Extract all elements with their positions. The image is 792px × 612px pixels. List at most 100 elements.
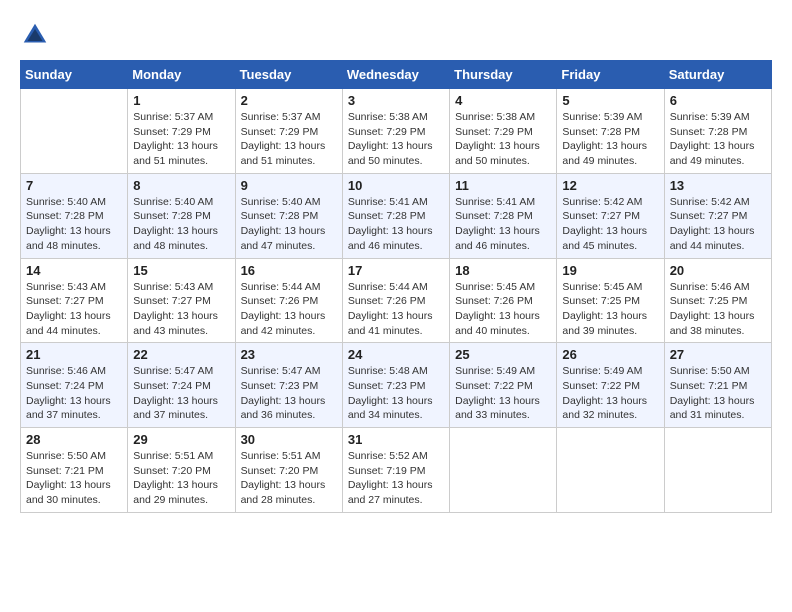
calendar-cell: 30 Sunrise: 5:51 AMSunset: 7:20 PMDayligh… (235, 428, 342, 513)
day-info: Sunrise: 5:50 AMSunset: 7:21 PMDaylight:… (670, 364, 766, 423)
calendar-cell: 20Sunrise: 5:46 AMSunset: 7:25 PMDayligh… (664, 258, 771, 343)
day-info: Sunrise: 5:37 AMSunset: 7:29 PMDaylight:… (133, 110, 229, 169)
day-info: Sunrise: 5:48 AMSunset: 7:23 PMDaylight:… (348, 364, 444, 423)
day-number: 17 (348, 263, 444, 278)
weekday-header: Friday (557, 61, 664, 89)
day-number: 28 (26, 432, 122, 447)
day-info: Sunrise: 5:49 AMSunset: 7:22 PMDaylight:… (455, 364, 551, 423)
day-info: Sunrise: 5:38 AMSunset: 7:29 PMDaylight:… (455, 110, 551, 169)
day-info: Sunrise: 5:39 AMSunset: 7:28 PMDaylight:… (562, 110, 658, 169)
day-number: 23 (241, 347, 337, 362)
calendar-cell: 31Sunrise: 5:52 AMSunset: 7:19 PMDayligh… (342, 428, 449, 513)
calendar-cell: 10Sunrise: 5:41 AMSunset: 7:28 PMDayligh… (342, 173, 449, 258)
calendar-cell: 2 Sunrise: 5:37 AMSunset: 7:29 PMDaylight… (235, 89, 342, 174)
calendar-cell: 17 Sunrise: 5:44 AMSunset: 7:26 PMDayligh… (342, 258, 449, 343)
day-number: 21 (26, 347, 122, 362)
calendar-cell: 26 Sunrise: 5:49 AMSunset: 7:22 PMDayligh… (557, 343, 664, 428)
weekday-header-row: SundayMondayTuesdayWednesdayThursdayFrid… (21, 61, 772, 89)
calendar-cell: 14 Sunrise: 5:43 AMSunset: 7:27 PMDayligh… (21, 258, 128, 343)
day-number: 4 (455, 93, 551, 108)
calendar-cell: 3Sunrise: 5:38 AMSunset: 7:29 PMDaylight… (342, 89, 449, 174)
calendar-cell: 23 Sunrise: 5:47 AMSunset: 7:23 PMDayligh… (235, 343, 342, 428)
day-info: Sunrise: 5:50 AMSunset: 7:21 PMDaylight:… (26, 449, 122, 508)
weekday-header: Saturday (664, 61, 771, 89)
weekday-header: Tuesday (235, 61, 342, 89)
day-info: Sunrise: 5:44 AMSunset: 7:26 PMDaylight:… (348, 280, 444, 339)
day-number: 12 (562, 178, 658, 193)
day-info: Sunrise: 5:40 AMSunset: 7:28 PMDaylight:… (241, 195, 337, 254)
day-number: 30 (241, 432, 337, 447)
day-info: Sunrise: 5:42 AMSunset: 7:27 PMDaylight:… (670, 195, 766, 254)
weekday-header: Sunday (21, 61, 128, 89)
day-info: Sunrise: 5:42 AMSunset: 7:27 PMDaylight:… (562, 195, 658, 254)
day-number: 6 (670, 93, 766, 108)
day-number: 27 (670, 347, 766, 362)
weekday-header: Thursday (450, 61, 557, 89)
page-header (20, 20, 772, 50)
day-number: 13 (670, 178, 766, 193)
day-number: 9 (241, 178, 337, 193)
calendar-cell: 13 Sunrise: 5:42 AMSunset: 7:27 PMDayligh… (664, 173, 771, 258)
day-number: 5 (562, 93, 658, 108)
day-info: Sunrise: 5:43 AMSunset: 7:27 PMDaylight:… (26, 280, 122, 339)
calendar-cell: 22 Sunrise: 5:47 AMSunset: 7:24 PMDayligh… (128, 343, 235, 428)
calendar-cell (450, 428, 557, 513)
day-number: 26 (562, 347, 658, 362)
weekday-header: Wednesday (342, 61, 449, 89)
calendar-cell: 5 Sunrise: 5:39 AMSunset: 7:28 PMDaylight… (557, 89, 664, 174)
day-number: 1 (133, 93, 229, 108)
day-number: 20 (670, 263, 766, 278)
logo-icon (20, 20, 50, 50)
calendar-cell: 1 Sunrise: 5:37 AMSunset: 7:29 PMDaylight… (128, 89, 235, 174)
calendar-cell: 21 Sunrise: 5:46 AMSunset: 7:24 PMDayligh… (21, 343, 128, 428)
day-number: 25 (455, 347, 551, 362)
day-info: Sunrise: 5:47 AMSunset: 7:23 PMDaylight:… (241, 364, 337, 423)
weekday-header: Monday (128, 61, 235, 89)
calendar-cell: 25 Sunrise: 5:49 AMSunset: 7:22 PMDayligh… (450, 343, 557, 428)
calendar-cell (557, 428, 664, 513)
day-number: 15 (133, 263, 229, 278)
calendar-week-row: 7Sunrise: 5:40 AMSunset: 7:28 PMDaylight… (21, 173, 772, 258)
day-info: Sunrise: 5:51 AMSunset: 7:20 PMDaylight:… (133, 449, 229, 508)
day-number: 22 (133, 347, 229, 362)
calendar-table: SundayMondayTuesdayWednesdayThursdayFrid… (20, 60, 772, 513)
calendar-week-row: 1 Sunrise: 5:37 AMSunset: 7:29 PMDaylight… (21, 89, 772, 174)
calendar-cell (664, 428, 771, 513)
day-info: Sunrise: 5:47 AMSunset: 7:24 PMDaylight:… (133, 364, 229, 423)
calendar-cell: 7Sunrise: 5:40 AMSunset: 7:28 PMDaylight… (21, 173, 128, 258)
calendar-cell: 29 Sunrise: 5:51 AMSunset: 7:20 PMDayligh… (128, 428, 235, 513)
calendar-cell: 16Sunrise: 5:44 AMSunset: 7:26 PMDayligh… (235, 258, 342, 343)
day-number: 14 (26, 263, 122, 278)
day-number: 2 (241, 93, 337, 108)
calendar-cell (21, 89, 128, 174)
day-info: Sunrise: 5:44 AMSunset: 7:26 PMDaylight:… (241, 280, 337, 339)
day-number: 24 (348, 347, 444, 362)
day-number: 19 (562, 263, 658, 278)
calendar-cell: 8 Sunrise: 5:40 AMSunset: 7:28 PMDaylight… (128, 173, 235, 258)
day-number: 8 (133, 178, 229, 193)
day-info: Sunrise: 5:49 AMSunset: 7:22 PMDaylight:… (562, 364, 658, 423)
day-info: Sunrise: 5:51 AMSunset: 7:20 PMDaylight:… (241, 449, 337, 508)
calendar-cell: 15 Sunrise: 5:43 AMSunset: 7:27 PMDayligh… (128, 258, 235, 343)
day-info: Sunrise: 5:43 AMSunset: 7:27 PMDaylight:… (133, 280, 229, 339)
logo (20, 20, 54, 50)
day-info: Sunrise: 5:41 AMSunset: 7:28 PMDaylight:… (455, 195, 551, 254)
calendar-cell: 9 Sunrise: 5:40 AMSunset: 7:28 PMDaylight… (235, 173, 342, 258)
day-info: Sunrise: 5:40 AMSunset: 7:28 PMDaylight:… (26, 195, 122, 254)
day-info: Sunrise: 5:41 AMSunset: 7:28 PMDaylight:… (348, 195, 444, 254)
day-number: 29 (133, 432, 229, 447)
day-info: Sunrise: 5:39 AMSunset: 7:28 PMDaylight:… (670, 110, 766, 169)
day-number: 18 (455, 263, 551, 278)
calendar-cell: 27 Sunrise: 5:50 AMSunset: 7:21 PMDayligh… (664, 343, 771, 428)
calendar-cell: 18Sunrise: 5:45 AMSunset: 7:26 PMDayligh… (450, 258, 557, 343)
day-info: Sunrise: 5:45 AMSunset: 7:25 PMDaylight:… (562, 280, 658, 339)
day-info: Sunrise: 5:46 AMSunset: 7:24 PMDaylight:… (26, 364, 122, 423)
calendar-cell: 12 Sunrise: 5:42 AMSunset: 7:27 PMDayligh… (557, 173, 664, 258)
calendar-cell: 24 Sunrise: 5:48 AMSunset: 7:23 PMDayligh… (342, 343, 449, 428)
calendar-cell: 11Sunrise: 5:41 AMSunset: 7:28 PMDayligh… (450, 173, 557, 258)
day-info: Sunrise: 5:37 AMSunset: 7:29 PMDaylight:… (241, 110, 337, 169)
calendar-cell: 28 Sunrise: 5:50 AMSunset: 7:21 PMDayligh… (21, 428, 128, 513)
calendar-week-row: 14 Sunrise: 5:43 AMSunset: 7:27 PMDayligh… (21, 258, 772, 343)
day-number: 3 (348, 93, 444, 108)
day-info: Sunrise: 5:40 AMSunset: 7:28 PMDaylight:… (133, 195, 229, 254)
